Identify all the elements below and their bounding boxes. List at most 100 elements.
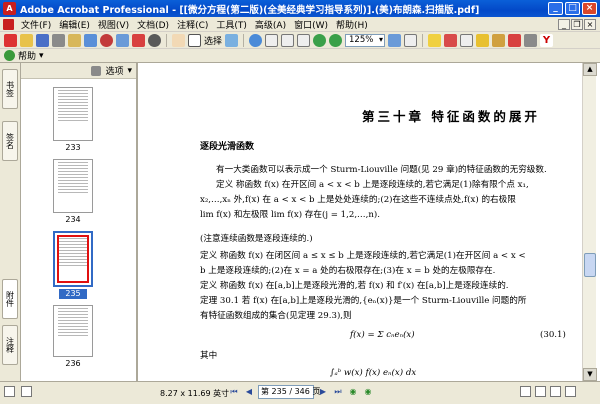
minimize-button[interactable]: _ xyxy=(548,2,563,15)
tab-signatures[interactable]: 签名 xyxy=(2,121,18,161)
status-bar: 8.27 x 11.69 英寸 ⏮ ◀ 第 235 / 346 页 ▶ ⏭ ◉ … xyxy=(0,381,600,404)
equation: f(x) = Σ cₙeₙ(x) xyxy=(350,330,415,340)
zoom-select[interactable]: 125% xyxy=(345,33,386,47)
email-icon[interactable] xyxy=(68,33,81,47)
fit-width-icon[interactable] xyxy=(297,33,311,47)
yahoo-icon[interactable]: Y xyxy=(540,33,554,47)
menu-file[interactable]: 文件(F) xyxy=(17,18,55,31)
next-page-icon[interactable]: ▶ xyxy=(317,386,329,398)
continuous-icon[interactable] xyxy=(535,386,546,397)
fit-page-icon[interactable] xyxy=(281,33,295,47)
attach-icon[interactable] xyxy=(524,33,538,47)
equation: ∫ₐᵇ w(x) f(x) eₙ(x) dx xyxy=(330,368,417,378)
save-icon[interactable] xyxy=(36,33,49,47)
doc-minimize-button[interactable]: _ xyxy=(558,18,570,30)
page-number-field[interactable]: 第 235 / 346 页 xyxy=(258,385,320,399)
secure-icon[interactable] xyxy=(100,33,113,47)
scrollbar-thumb[interactable] xyxy=(584,253,596,277)
zoom-in-icon[interactable] xyxy=(249,33,263,47)
page-thumbnail-234[interactable] xyxy=(53,159,93,213)
document-icon xyxy=(3,18,14,30)
acrobat-icon: A xyxy=(3,2,16,15)
trash-icon[interactable] xyxy=(91,65,102,76)
panel-toggle-icon[interactable] xyxy=(4,386,15,397)
menu-window[interactable]: 窗口(W) xyxy=(290,18,332,31)
sign-icon[interactable] xyxy=(84,33,97,47)
thumbnail-options-button[interactable]: 选项 xyxy=(105,64,123,77)
doc-restore-button[interactable]: ❐ xyxy=(571,18,583,30)
paragraph-line: 其中 xyxy=(200,351,218,361)
paragraph-line: 定理 30.1 若 f(x) 在[a,b]上是逐段光滑的,{eₙ(x)}是一个 … xyxy=(200,296,527,306)
previous-page-icon[interactable]: ◀ xyxy=(243,386,255,398)
facing-icon[interactable] xyxy=(550,386,561,397)
zoom-in-plus-icon[interactable] xyxy=(329,33,343,47)
zoom-out-icon[interactable] xyxy=(313,33,327,47)
page-thumbnail-233[interactable] xyxy=(53,87,93,141)
print-icon[interactable] xyxy=(52,33,65,47)
page-thumbnail-235[interactable] xyxy=(53,231,93,287)
menu-edit[interactable]: 编辑(E) xyxy=(55,18,94,31)
rotate-icon[interactable] xyxy=(388,33,402,47)
tab-attachments[interactable]: 附件 xyxy=(2,279,18,319)
scroll-down-icon[interactable]: ▼ xyxy=(583,368,597,381)
forms-icon[interactable] xyxy=(132,33,145,47)
toolbar-separator xyxy=(422,33,424,47)
chevron-down-icon[interactable]: ▾ xyxy=(127,66,132,76)
hand-tool-icon[interactable] xyxy=(172,33,185,47)
shapes-icon[interactable] xyxy=(508,33,522,47)
vertical-scrollbar[interactable]: ▲ ▼ xyxy=(582,63,597,381)
maximize-button[interactable]: □ xyxy=(565,2,580,15)
page-thumbnail-236[interactable] xyxy=(53,305,93,357)
highlight-icon[interactable] xyxy=(476,33,490,47)
open-icon[interactable] xyxy=(20,33,33,47)
text-edit-icon[interactable] xyxy=(460,33,474,47)
stamp-icon[interactable] xyxy=(444,33,458,47)
select-tool-icon[interactable] xyxy=(188,33,201,47)
paragraph-line: 定义 称函数 f(x) 在闭区间 a ≤ x ≤ b 上是逐段连续的,若它满足(… xyxy=(200,251,526,261)
paragraph-line: (注意连续函数是逐段连续的.) xyxy=(200,234,313,244)
menu-advanced[interactable]: 高级(A) xyxy=(251,18,290,31)
go-forward-icon[interactable]: ◉ xyxy=(362,386,374,398)
pencil-icon[interactable] xyxy=(492,33,506,47)
pages-icon[interactable] xyxy=(404,33,418,47)
select-tool-label[interactable]: 选择 xyxy=(204,34,222,47)
scroll-up-icon[interactable]: ▲ xyxy=(583,63,597,76)
menu-document[interactable]: 文档(D) xyxy=(133,18,173,31)
help-button[interactable]: 帮助 xyxy=(18,49,36,62)
tab-comments[interactable]: 注释 xyxy=(2,325,18,365)
help-icon[interactable] xyxy=(4,50,15,61)
snapshot-icon[interactable] xyxy=(225,33,239,47)
toolbar-separator xyxy=(166,33,167,47)
menu-comments[interactable]: 注释(C) xyxy=(173,18,212,31)
first-page-icon[interactable]: ⏮ xyxy=(228,386,240,398)
menu-view[interactable]: 视图(V) xyxy=(94,18,133,31)
current-view-box[interactable] xyxy=(57,235,89,283)
window-title: Adobe Acrobat Professional - [[微分方程(第二版)… xyxy=(20,4,480,16)
doc-close-button[interactable]: × xyxy=(584,18,596,30)
close-button[interactable]: × xyxy=(582,2,597,15)
thumbnails-header: 选项 ▾ xyxy=(21,63,136,79)
paragraph-line: 定义 称函数 f(x) 在开区间 a < x < b 上是逐段连续的,若它满足(… xyxy=(216,180,529,190)
secondary-toolbar: 帮助 ▾ xyxy=(0,49,600,63)
page-thumbnail-label-selected: 235 xyxy=(59,289,87,299)
single-page-icon[interactable] xyxy=(520,386,531,397)
search-icon[interactable] xyxy=(148,33,161,47)
page-size-label: 8.27 x 11.69 英寸 xyxy=(160,389,230,398)
go-back-icon[interactable]: ◉ xyxy=(347,386,359,398)
equation-number: (30.1) xyxy=(540,330,566,340)
tab-bookmarks[interactable]: 书签 xyxy=(2,69,18,109)
paragraph-line: b 上是逐段连续的;(2)在 x = a 处的右极限存在;(3)在 x = b … xyxy=(200,266,496,276)
actual-size-icon[interactable] xyxy=(265,33,279,47)
document-view[interactable]: 第三十章 特征函数的展开 逐段光滑函数 有一大类函数可以表示成一个 Sturm-… xyxy=(140,63,582,381)
paragraph-line: 有一大类函数可以表示成一个 Sturm-Liouville 问题(见 29 章)… xyxy=(216,165,547,175)
page-thumbnails-panel: 选项 ▾ 233 234 235 236 xyxy=(21,63,138,381)
create-pdf-icon[interactable] xyxy=(4,33,17,47)
last-page-icon[interactable]: ⏭ xyxy=(332,386,344,398)
layers-icon[interactable] xyxy=(21,386,32,397)
continuous-facing-icon[interactable] xyxy=(565,386,576,397)
menu-tools[interactable]: 工具(T) xyxy=(212,18,251,31)
review-icon[interactable] xyxy=(116,33,129,47)
help-dropdown-icon[interactable]: ▾ xyxy=(39,51,44,61)
comment-icon[interactable] xyxy=(428,33,442,47)
menu-help[interactable]: 帮助(H) xyxy=(332,18,372,31)
